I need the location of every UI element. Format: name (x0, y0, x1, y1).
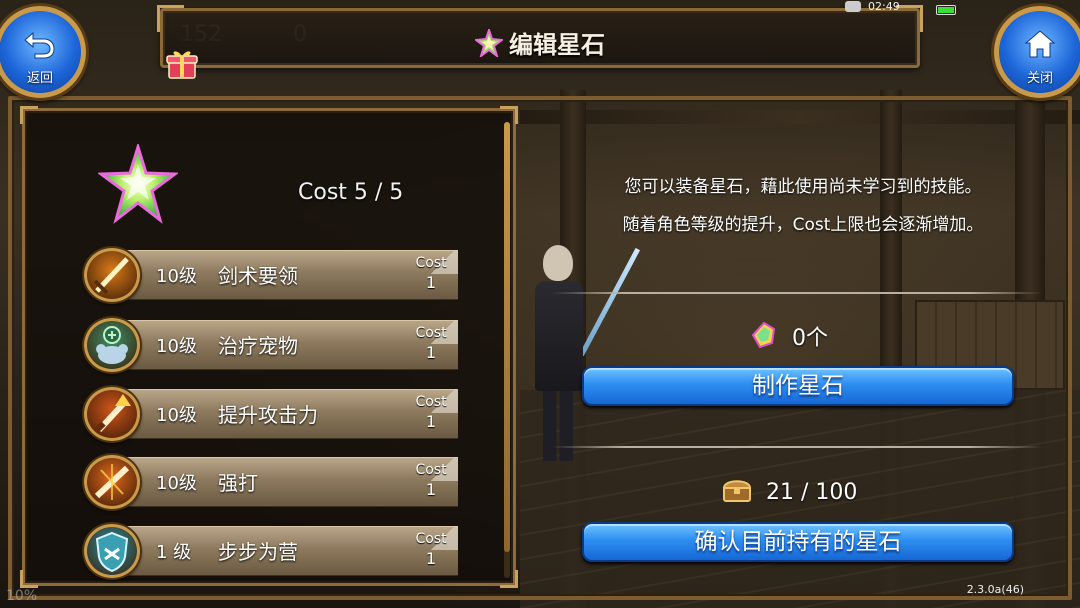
close-button-label: 关闭 (1026, 71, 1053, 86)
hud-bottom-stat: 10% (6, 588, 38, 604)
skill-cost: Cost 1 (404, 389, 458, 439)
skill-level: 1 级 (156, 542, 192, 563)
title-bar: 编辑星石 (157, 5, 923, 68)
skill-cost-label: Cost (415, 531, 447, 547)
back-arrow-icon (23, 29, 57, 63)
skill-cost: Cost 1 (404, 526, 458, 576)
star-stock-row: 0个 (750, 320, 828, 355)
player-character (525, 235, 641, 465)
star-stock-count: 0个 (792, 326, 828, 351)
power-strike-icon (84, 455, 140, 509)
skill-name: 剑术要领 (218, 264, 298, 288)
skill-cost-value: 1 (425, 549, 437, 568)
status-time: 02:49 (868, 0, 900, 13)
skill-cost-value: 1 (425, 480, 437, 499)
skill-level: 10级 (156, 405, 197, 426)
view-owned-stars-button[interactable]: 确认目前持有的星石 (582, 522, 1014, 562)
skill-level: 10级 (156, 336, 197, 357)
info-line-2: 随着角色等级的提升，Cost上限也会逐渐增加。 (622, 215, 984, 235)
star-shard-icon (750, 321, 778, 355)
skill-level: 10级 (156, 266, 197, 287)
sword-mastery-icon (84, 248, 140, 302)
skill-row[interactable]: 10级 治疗宠物 Cost 1 (84, 318, 458, 372)
star-stone-icon (96, 141, 180, 228)
skill-row[interactable]: 10级 提升攻击力 Cost 1 (84, 387, 458, 441)
skill-name: 提升攻击力 (218, 403, 318, 427)
info-text: 您可以装备星石，藉此使用尚未学习到的技能。 随着角色等级的提升，Cost上限也会… (548, 168, 1058, 244)
version-label: 2.3.0a(46) (966, 583, 1024, 596)
skill-cost-label: Cost (415, 462, 447, 478)
home-icon (1023, 29, 1057, 63)
skill-cost-value: 1 (425, 412, 437, 431)
skill-row[interactable]: 10级 强打 Cost 1 (84, 455, 458, 509)
skill-cost-label: Cost (415, 255, 447, 271)
star-stone-icon (473, 26, 505, 63)
back-button-label: 返回 (26, 71, 53, 86)
skill-name: 步步为营 (218, 540, 298, 564)
camera-icon (845, 1, 861, 12)
page-title-wrap: 编辑星石 (163, 25, 917, 63)
skill-cost-label: Cost (415, 394, 447, 410)
skill-cost: Cost 1 (404, 250, 458, 300)
skill-name: 强打 (218, 471, 258, 495)
skill-cost: Cost 1 (404, 457, 458, 507)
battery-level (938, 7, 954, 13)
scrollbar-thumb[interactable] (504, 122, 510, 552)
back-button[interactable]: 返回 (0, 6, 86, 98)
skill-name: 治疗宠物 (218, 334, 298, 358)
skill-row[interactable]: 10级 剑术要领 Cost 1 (84, 248, 458, 302)
skill-cost-value: 1 (425, 273, 437, 292)
heal-pet-icon (84, 318, 140, 372)
steady-advance-icon (84, 524, 140, 578)
gift-icon[interactable] (164, 46, 200, 82)
background-beam (520, 110, 1080, 124)
skill-cost: Cost 1 (404, 320, 458, 370)
skill-row[interactable]: 1 级 步步为营 Cost 1 (84, 524, 458, 578)
treasure-chest-icon (722, 477, 752, 509)
cost-summary: Cost 5 / 5 (298, 180, 404, 205)
page-title: 编辑星石 (509, 31, 605, 59)
battery-icon (936, 5, 956, 15)
skill-level: 10级 (156, 473, 197, 494)
skills-scrollbar[interactable] (504, 122, 510, 578)
skill-cost-value: 1 (425, 343, 437, 362)
divider (552, 446, 1042, 448)
info-line-1: 您可以装备星石，藉此使用尚未学习到的技能。 (624, 177, 982, 197)
storage-row: 21 / 100 (722, 477, 857, 509)
close-button[interactable]: 关闭 (994, 6, 1080, 98)
craft-star-button[interactable]: 制作星石 (582, 366, 1014, 406)
attack-up-icon (84, 387, 140, 441)
skill-cost-label: Cost (415, 325, 447, 341)
divider (552, 292, 1042, 294)
storage-count: 21 / 100 (766, 480, 858, 505)
